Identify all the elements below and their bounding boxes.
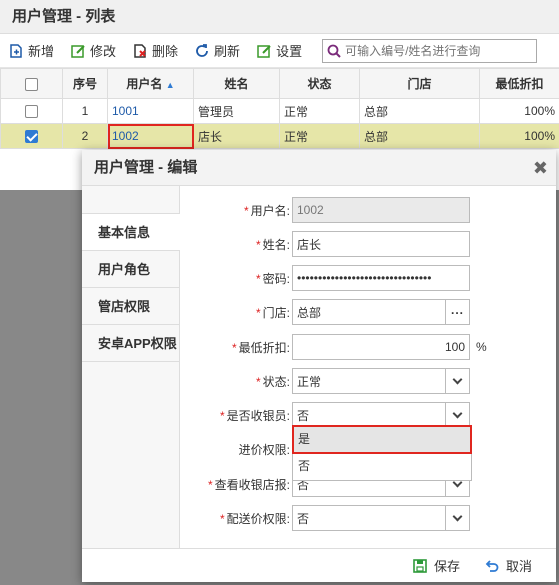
refresh-button[interactable]: 刷新 xyxy=(194,41,240,60)
save-icon xyxy=(413,558,427,573)
form-row-status: * 状态: 正常 xyxy=(180,368,556,394)
status-select[interactable]: 正常 xyxy=(292,368,470,394)
dialog-header: 用户管理 - 编辑 ✖ xyxy=(82,150,556,186)
form-row-password: * 密码: •••••••••••••••••••••••••••••••• xyxy=(180,265,556,291)
add-label: 新增 xyxy=(28,44,55,59)
select-all-cell[interactable] xyxy=(0,68,63,99)
cell-status: 正常 xyxy=(279,123,360,149)
tab-basic-info[interactable]: 基本信息 xyxy=(82,214,180,251)
cashier-dropdown-list: 是 否 xyxy=(292,425,472,481)
undo-icon xyxy=(485,559,499,572)
purchase-permission-label: 进价权限: xyxy=(238,442,290,457)
delete-button[interactable]: 删除 xyxy=(132,41,178,60)
form-row-discount: * 最低折扣: 100 % xyxy=(180,334,556,360)
form-row-delivery: * 配送价权限: 否 xyxy=(180,505,556,531)
settings-icon xyxy=(257,44,271,58)
settings-button[interactable]: 设置 xyxy=(256,41,302,60)
form-row-store: * 门店: 总部... xyxy=(180,299,556,325)
discount-unit: % xyxy=(476,340,487,354)
settings-label: 设置 xyxy=(276,44,303,59)
password-label: * 密码: xyxy=(255,271,290,286)
add-button[interactable]: 新增 xyxy=(8,41,54,60)
tab-user-roles[interactable]: 用户角色 xyxy=(82,251,179,288)
tab-android-app-permissions[interactable]: 安卓APP权限 xyxy=(82,325,179,362)
edit-icon xyxy=(71,44,85,58)
side-tabs-spacer xyxy=(82,186,179,214)
delete-label: 删除 xyxy=(152,44,179,59)
col-header-username[interactable]: 用户名 ▲ xyxy=(107,68,194,99)
delivery-select[interactable]: 否 xyxy=(292,505,470,531)
refresh-label: 刷新 xyxy=(214,44,241,59)
username-field: 1002 xyxy=(292,197,470,223)
save-label: 保存 xyxy=(433,559,460,574)
discount-label: * 最低折扣: xyxy=(231,340,290,355)
cashier-label: * 是否收银员: xyxy=(219,408,290,423)
table-row[interactable]: 1 1001 管理员 正常 总部 100% xyxy=(0,98,559,124)
dropdown-option-no[interactable]: 否 xyxy=(293,453,471,480)
edit-dialog: 用户管理 - 编辑 ✖ 基本信息 用户角色 管店权限 安卓APP权限 * 用户名:… xyxy=(82,150,556,582)
cell-username[interactable]: 1001 xyxy=(107,98,194,124)
table-row-selected[interactable]: 2 1002 店长 正常 总部 100% xyxy=(0,123,559,149)
name-label: * 姓名: xyxy=(255,237,290,252)
col-header-index[interactable]: 序号 xyxy=(62,68,108,99)
name-field[interactable]: 店长 xyxy=(292,231,470,257)
cell-index: 2 xyxy=(62,123,108,149)
cell-discount: 100% xyxy=(479,98,559,124)
search-icon xyxy=(327,44,341,58)
select-all-checkbox[interactable] xyxy=(25,77,38,91)
add-icon xyxy=(10,43,22,58)
chevron-down-icon[interactable] xyxy=(445,506,469,530)
side-tabs: 基本信息 用户角色 管店权限 安卓APP权限 xyxy=(82,186,180,548)
save-button[interactable]: 保存 xyxy=(412,556,460,575)
cell-store: 总部 xyxy=(359,98,480,124)
cancel-label: 取消 xyxy=(505,559,532,574)
username-label: * 用户名: xyxy=(243,203,290,218)
close-icon[interactable]: ✖ xyxy=(533,150,548,186)
col-header-username-label: 用户名 xyxy=(126,77,163,91)
cell-store: 总部 xyxy=(359,123,480,149)
table-header-row: 序号 用户名 ▲ 姓名 状态 门店 最低折扣 xyxy=(0,68,559,99)
cell-status: 正常 xyxy=(279,98,360,124)
cell-discount: 100% xyxy=(479,123,559,149)
cell-name: 店长 xyxy=(193,123,280,149)
form-row-name: * 姓名: 店长 xyxy=(180,231,556,257)
refresh-icon xyxy=(196,43,208,57)
search-input[interactable] xyxy=(345,43,526,58)
chevron-down-icon[interactable] xyxy=(445,369,469,393)
form-row-username: * 用户名: 1002 xyxy=(180,197,556,223)
store-field[interactable]: 总部... xyxy=(292,299,470,325)
row-select-cell[interactable] xyxy=(0,123,63,149)
col-header-name[interactable]: 姓名 xyxy=(193,68,280,99)
cell-index: 1 xyxy=(62,98,108,124)
row-select-cell[interactable] xyxy=(0,98,63,124)
row-checkbox-checked[interactable] xyxy=(25,130,38,144)
search-box[interactable] xyxy=(322,38,538,63)
edit-label: 修改 xyxy=(90,44,117,59)
cell-username-highlighted[interactable]: 1002 xyxy=(107,123,194,149)
password-field[interactable]: •••••••••••••••••••••••••••••••• xyxy=(292,265,470,291)
col-header-store[interactable]: 门店 xyxy=(359,68,480,99)
list-title: 用户管理 - 列表 xyxy=(0,0,559,34)
chevron-down-icon[interactable] xyxy=(445,403,469,427)
store-label: * 门店: xyxy=(255,305,290,320)
status-label: * 状态: xyxy=(255,374,290,389)
discount-field[interactable]: 100 xyxy=(292,334,470,360)
dialog-title: 用户管理 - 编辑 xyxy=(94,159,198,176)
more-icon[interactable]: ... xyxy=(445,300,469,324)
delivery-label: * 配送价权限: xyxy=(219,511,290,526)
toolbar: 新增 修改 删除 刷新 设置 xyxy=(0,34,559,68)
tab-store-permissions[interactable]: 管店权限 xyxy=(82,288,179,325)
col-header-discount[interactable]: 最低折扣 xyxy=(479,68,559,99)
user-table: 序号 用户名 ▲ 姓名 状态 门店 最低折扣 1 1001 管理员 正常 总部 … xyxy=(0,68,559,149)
dialog-footer: 保存 取消 xyxy=(82,548,556,582)
cancel-button[interactable]: 取消 xyxy=(484,556,532,575)
delete-icon xyxy=(134,43,146,58)
sort-asc-icon: ▲ xyxy=(165,80,175,90)
view-cashier-label: * 查看收银店报: xyxy=(207,477,290,492)
dropdown-option-yes[interactable]: 是 xyxy=(292,425,472,454)
row-checkbox[interactable] xyxy=(25,105,38,119)
cell-name: 管理员 xyxy=(193,98,280,124)
col-header-status[interactable]: 状态 xyxy=(279,68,360,99)
edit-button[interactable]: 修改 xyxy=(70,41,116,60)
